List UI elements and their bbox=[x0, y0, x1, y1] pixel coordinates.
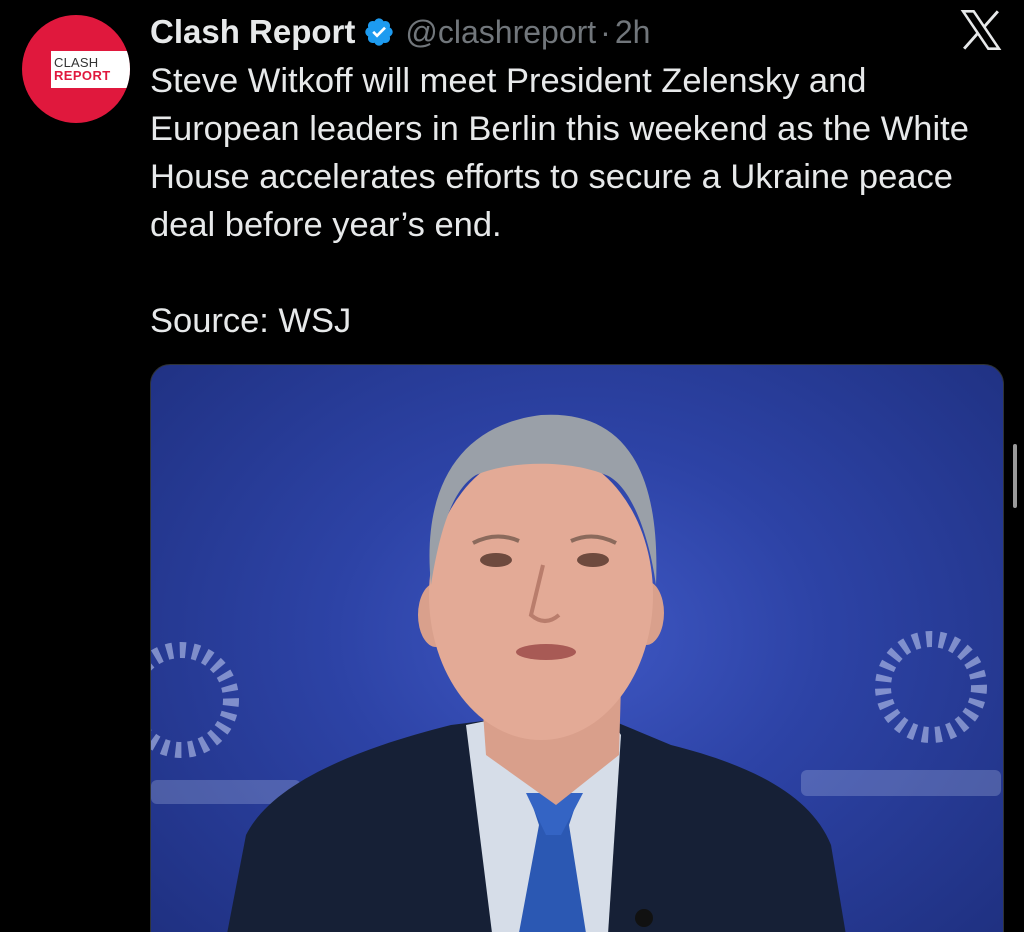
tweet-text: Steve Witkoff will meet President Zelens… bbox=[150, 62, 969, 244]
verified-badge-icon bbox=[365, 18, 394, 46]
avatar-logo-line2: REPORT bbox=[54, 68, 111, 83]
tweet-photo[interactable] bbox=[150, 364, 1004, 932]
face bbox=[429, 450, 653, 740]
scrollbar[interactable] bbox=[1013, 444, 1017, 508]
tweet-source: Source: WSJ bbox=[150, 302, 352, 340]
separator-dot: · bbox=[600, 13, 611, 50]
backdrop-logo-left bbox=[151, 642, 239, 758]
tweet: CLASH REPORT Clash Report @clashreport ·… bbox=[0, 0, 1024, 932]
tweet-header: Clash Report @clashreport · 2h bbox=[150, 8, 650, 56]
avatar[interactable]: CLASH REPORT bbox=[22, 15, 130, 123]
x-logo-icon[interactable] bbox=[958, 8, 1004, 52]
handle[interactable]: @clashreport bbox=[405, 14, 596, 51]
timestamp[interactable]: 2h bbox=[615, 14, 651, 51]
clash-report-logo: CLASH REPORT bbox=[51, 51, 130, 88]
photo-portrait bbox=[151, 414, 1001, 932]
display-name[interactable]: Clash Report bbox=[150, 13, 355, 51]
backdrop-logo-right bbox=[875, 631, 987, 743]
